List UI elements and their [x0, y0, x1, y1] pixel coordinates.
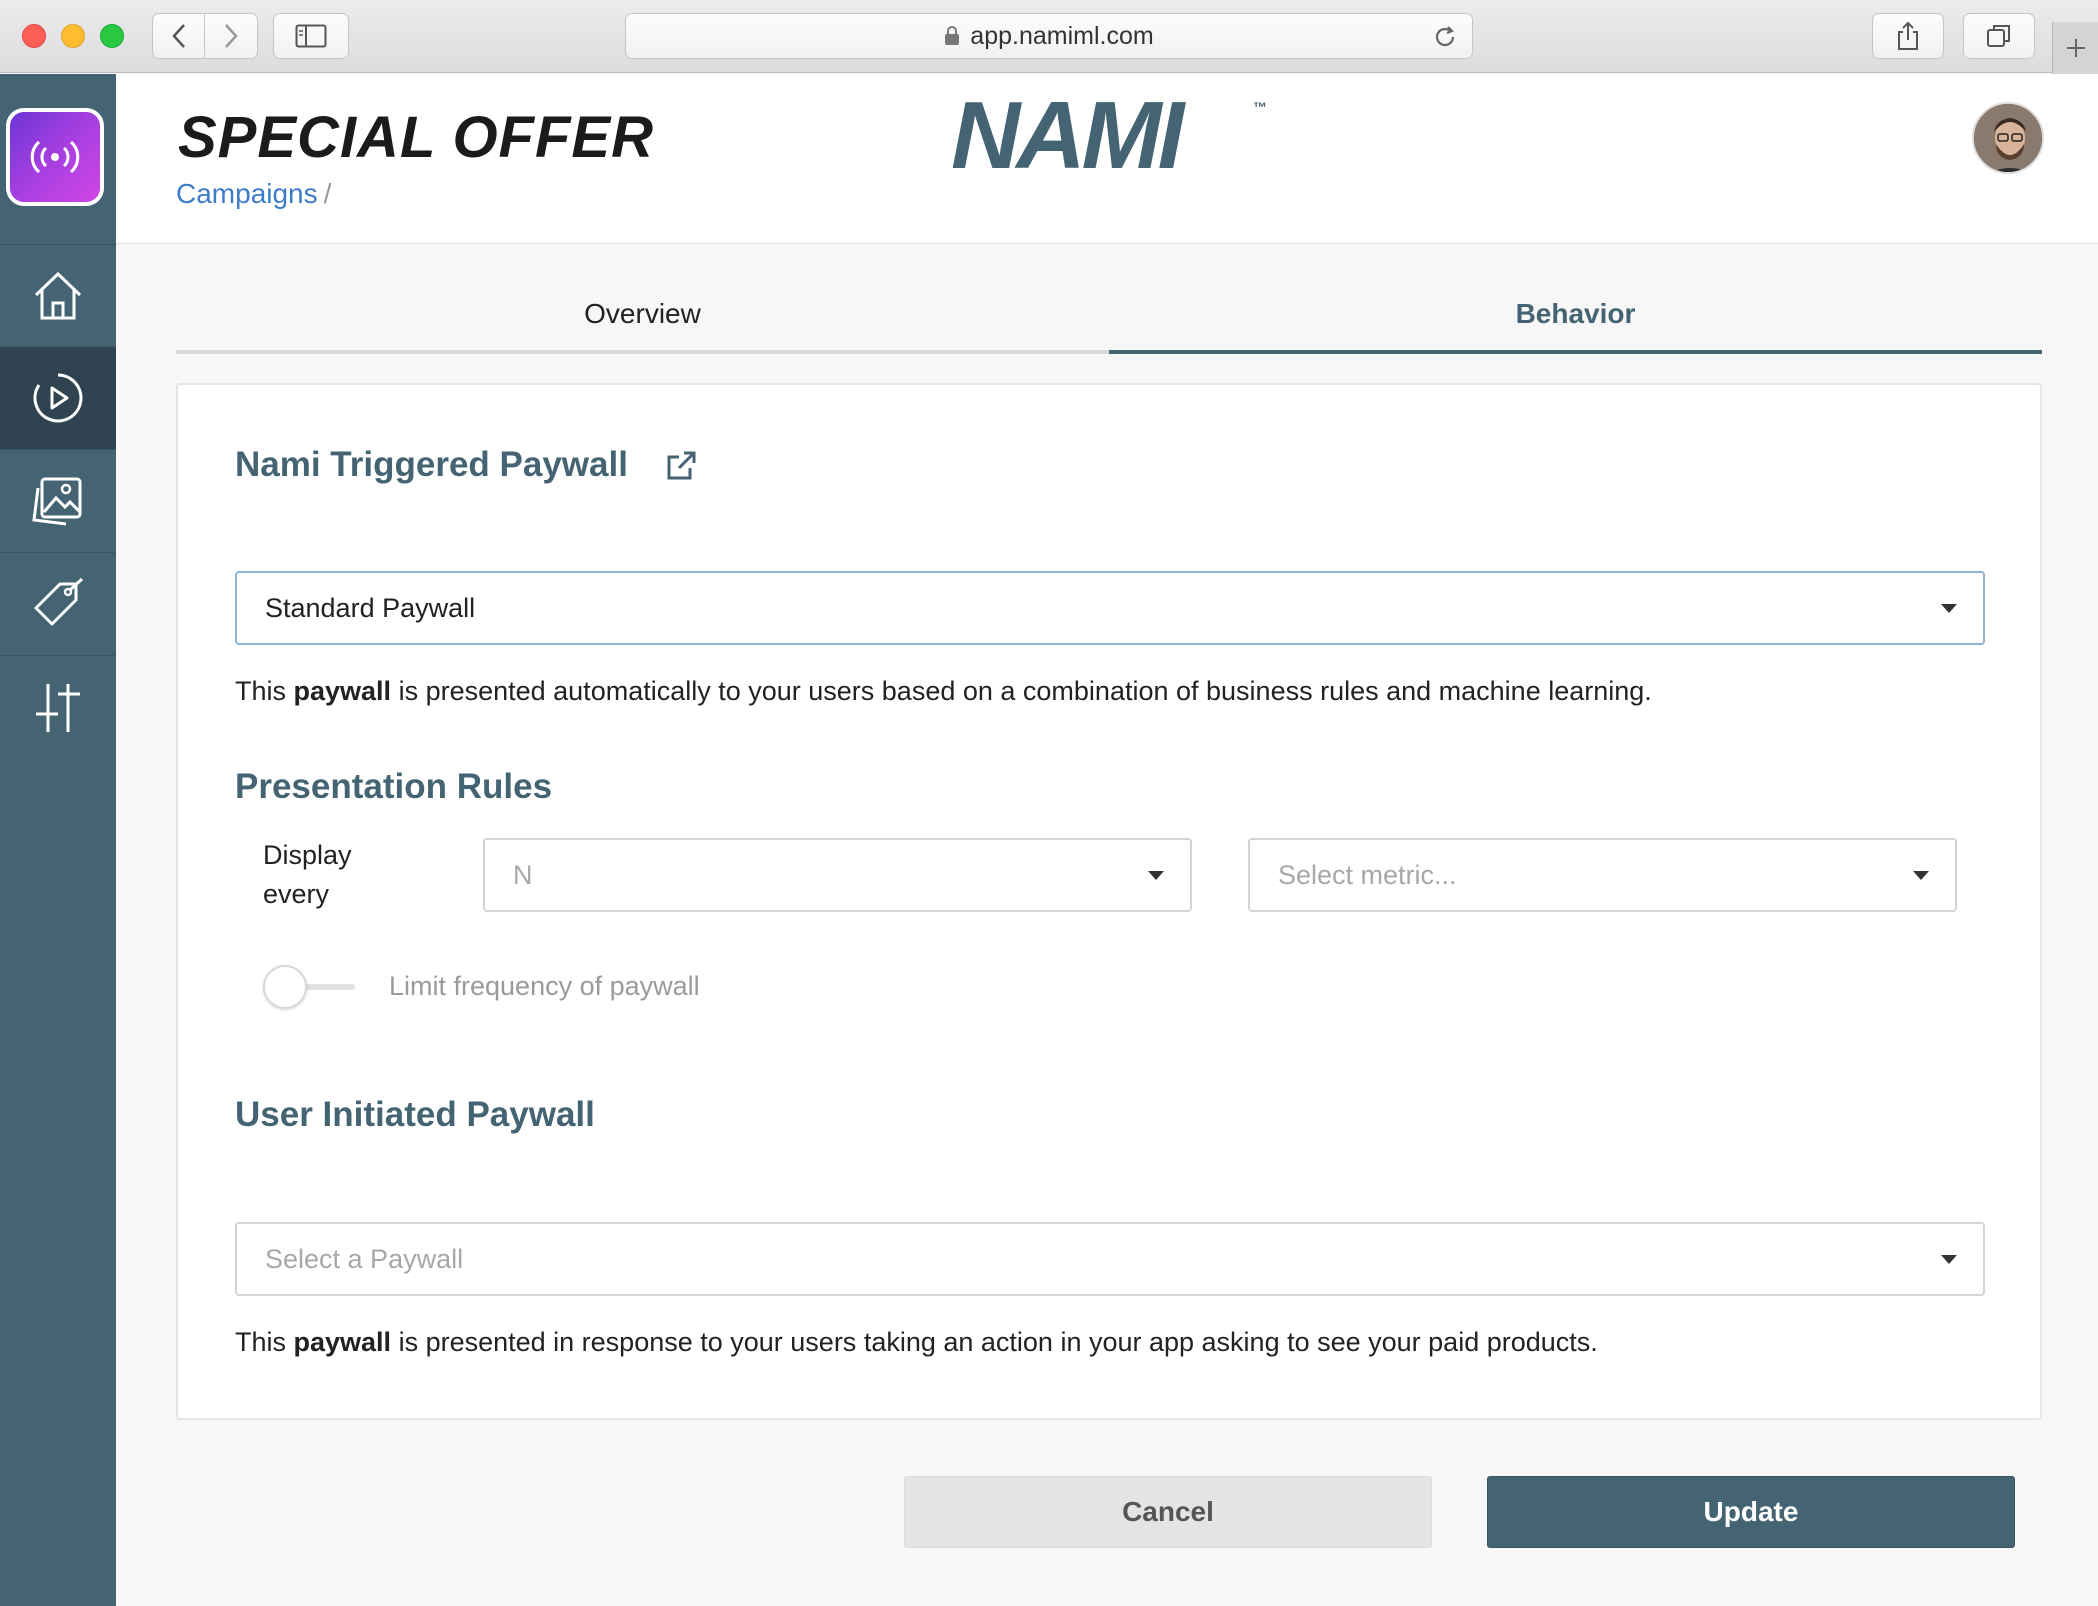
sidebar-item-paywalls[interactable] — [0, 450, 116, 553]
triggered-paywall-select[interactable]: Standard Paywall — [235, 571, 1985, 645]
plus-icon — [2066, 39, 2085, 57]
toggle-knob — [263, 965, 307, 1009]
cancel-button[interactable]: Cancel — [904, 1476, 1432, 1548]
play-circle-icon — [33, 373, 83, 423]
update-button[interactable]: Update — [1487, 1476, 2015, 1548]
metric-select[interactable]: Select metric... — [1248, 838, 1957, 912]
reload-icon[interactable] — [1432, 24, 1458, 50]
new-tab-button[interactable] — [2052, 22, 2098, 74]
url-text: app.namiml.com — [970, 21, 1154, 50]
zoom-window-button[interactable] — [100, 24, 124, 48]
chevron-right-icon — [225, 24, 238, 48]
limit-frequency-toggle[interactable] — [263, 965, 363, 1009]
caret-down-icon — [1913, 871, 1929, 880]
breadcrumb-campaigns-link[interactable]: Campaigns — [176, 178, 318, 209]
brand-trademark: ™ — [1253, 99, 1267, 115]
images-icon — [32, 477, 82, 526]
desc-text: is presented in response to your users t… — [391, 1327, 1598, 1357]
lock-icon — [945, 26, 960, 45]
share-icon — [1898, 21, 1918, 50]
user-paywall-description: This paywall is presented in response to… — [235, 1327, 1598, 1358]
tab-overview[interactable]: Overview — [176, 278, 1109, 350]
display-n-select[interactable]: N — [483, 838, 1192, 912]
external-link-icon[interactable] — [664, 449, 698, 483]
desc-text: This — [235, 676, 294, 706]
display-n-placeholder: N — [513, 859, 533, 890]
tab-bar: Overview Behavior — [176, 278, 2042, 354]
page-header: SPECIAL OFFER Campaigns / NAMI ™ — [116, 74, 2098, 244]
chevron-left-icon — [171, 24, 185, 48]
sidebar-item-settings[interactable] — [0, 656, 116, 759]
back-button[interactable] — [153, 14, 206, 58]
nami-logo: NAMI ™ — [951, 96, 1267, 176]
caret-down-icon — [1148, 871, 1164, 880]
caret-down-icon — [1941, 604, 1957, 613]
breadcrumb-separator: / — [323, 178, 332, 209]
triggered-paywall-description: This paywall is presented automatically … — [235, 676, 1652, 707]
user-paywall-select[interactable]: Select a Paywall — [235, 1222, 1985, 1296]
caret-down-icon — [1941, 1255, 1957, 1264]
sidebar-item-products[interactable] — [0, 553, 116, 656]
sidebar-icon — [295, 24, 327, 48]
triggered-paywall-title: Nami Triggered Paywall — [235, 445, 628, 484]
desc-bold: paywall — [293, 676, 392, 706]
brand-text: NAMI — [951, 96, 1187, 176]
history-nav — [152, 13, 258, 59]
display-every-label: Display every — [263, 836, 383, 914]
desc-text: is presented automatically to your users… — [391, 676, 1652, 706]
broadcast-icon — [30, 140, 80, 174]
sidebar-item-home[interactable] — [0, 244, 116, 347]
display-label-line: every — [263, 879, 330, 909]
close-window-button[interactable] — [22, 24, 46, 48]
share-button[interactable] — [1872, 13, 1944, 59]
behavior-card: Nami Triggered Paywall Standard Paywall … — [176, 383, 2042, 1420]
tab-behavior[interactable]: Behavior — [1109, 278, 2042, 354]
address-bar[interactable]: app.namiml.com — [625, 13, 1473, 59]
display-label-line: Display — [263, 840, 352, 870]
forward-button[interactable] — [205, 14, 257, 58]
show-tabs-button[interactable] — [1963, 13, 2035, 59]
metric-placeholder: Select metric... — [1278, 859, 1457, 890]
user-avatar[interactable] — [1972, 102, 2044, 174]
sliders-icon — [36, 683, 80, 732]
desc-text: This — [235, 1327, 294, 1357]
page-title: SPECIAL OFFER — [178, 105, 654, 170]
limit-frequency-label: Limit frequency of paywall — [389, 971, 700, 1001]
tabs-icon — [1987, 25, 2010, 47]
user-paywall-placeholder: Select a Paywall — [265, 1243, 464, 1274]
avatar-image — [1974, 104, 2042, 172]
browser-toolbar: app.namiml.com — [0, 0, 2098, 74]
presentation-rules-title: Presentation Rules — [235, 767, 553, 806]
user-initiated-paywall-title: User Initiated Paywall — [235, 1095, 595, 1134]
minimize-window-button[interactable] — [61, 24, 85, 48]
app-sidebar — [0, 74, 116, 1606]
triggered-paywall-value: Standard Paywall — [265, 592, 476, 623]
sidebar-toggle-button[interactable] — [273, 13, 349, 59]
sidebar-item-campaigns[interactable] — [0, 347, 116, 450]
desc-bold: paywall — [293, 1327, 392, 1357]
home-icon — [34, 271, 82, 319]
tag-icon — [34, 577, 84, 626]
breadcrumb: Campaigns / — [176, 178, 331, 210]
app-logo[interactable] — [6, 108, 104, 206]
